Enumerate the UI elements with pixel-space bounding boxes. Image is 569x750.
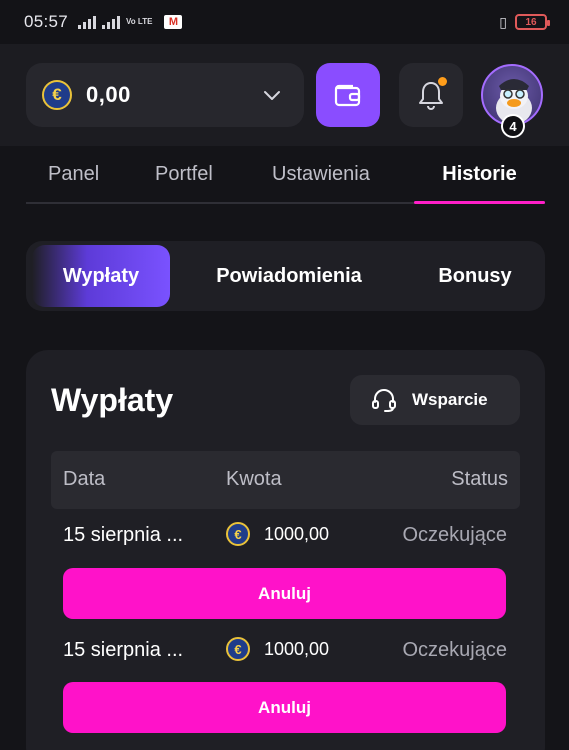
column-header-amount: Kwota [226, 468, 282, 490]
row-status: Oczekujące [402, 524, 508, 546]
subtab-powiadomienia[interactable]: Powiadomienia [194, 245, 384, 307]
wallet-button[interactable] [316, 63, 380, 127]
row-amount: € 1000,00 [226, 637, 329, 661]
row-amount-value: 1000,00 [264, 523, 330, 544]
status-bar: 05:57 Vo LTE M ▯ 16 [0, 0, 569, 44]
row-status: Oczekujące [402, 639, 508, 661]
app-header: € 0,00 4 [0, 44, 569, 146]
balance-amount: 0,00 [86, 82, 131, 107]
withdrawals-panel: Wypłaty Wsparcie Data Kwota Status 15 si… [26, 350, 545, 750]
row-date: 15 sierpnia ... [63, 639, 184, 661]
vibrate-icon: ▯ [499, 13, 507, 30]
tab-portfel[interactable]: Portfel [155, 146, 213, 202]
euro-coin-icon: € [42, 80, 72, 110]
euro-coin-icon: € [226, 637, 250, 661]
panel-title: Wypłaty [51, 382, 174, 418]
support-button[interactable]: Wsparcie [350, 375, 520, 425]
tab-ustawienia[interactable]: Ustawienia [272, 146, 370, 202]
avatar-level-badge: 4 [501, 114, 525, 138]
signal-indicators: Vo LTE M [78, 15, 183, 29]
subtab-wyplaty[interactable]: Wypłaty [32, 245, 170, 307]
support-label: Wsparcie [412, 390, 488, 409]
history-subtabs: Wypłaty Powiadomienia Bonusy [26, 241, 545, 311]
row-date: 15 sierpnia ... [63, 524, 184, 546]
notifications-button[interactable] [399, 63, 463, 127]
column-header-date: Data [63, 468, 106, 490]
row-amount: € 1000,00 [226, 522, 329, 546]
cancel-button[interactable]: Anuluj [63, 568, 506, 619]
euro-coin-icon: € [226, 522, 250, 546]
balance-selector[interactable]: € 0,00 [26, 63, 304, 127]
table-header: Data Kwota Status [51, 451, 520, 509]
volte-icon: Vo LTE [126, 17, 153, 26]
wallet-icon [334, 84, 361, 107]
notification-dot [438, 77, 447, 86]
gmail-icon: M [164, 15, 183, 29]
subtab-bonusy[interactable]: Bonusy [418, 245, 532, 307]
column-header-status: Status [451, 468, 508, 490]
status-time: 05:57 [24, 12, 69, 31]
headset-icon [372, 389, 396, 412]
tab-historie[interactable]: Historie [414, 146, 545, 204]
signal-icon [102, 15, 121, 29]
chevron-down-icon [264, 91, 280, 100]
cancel-button[interactable]: Anuluj [63, 682, 506, 733]
battery-icon: 16 [515, 14, 550, 30]
main-tabs: Panel Portfel Ustawienia Historie [26, 146, 545, 204]
signal-icon [78, 15, 97, 29]
tab-panel[interactable]: Panel [48, 146, 99, 202]
row-amount-value: 1000,00 [264, 638, 330, 659]
